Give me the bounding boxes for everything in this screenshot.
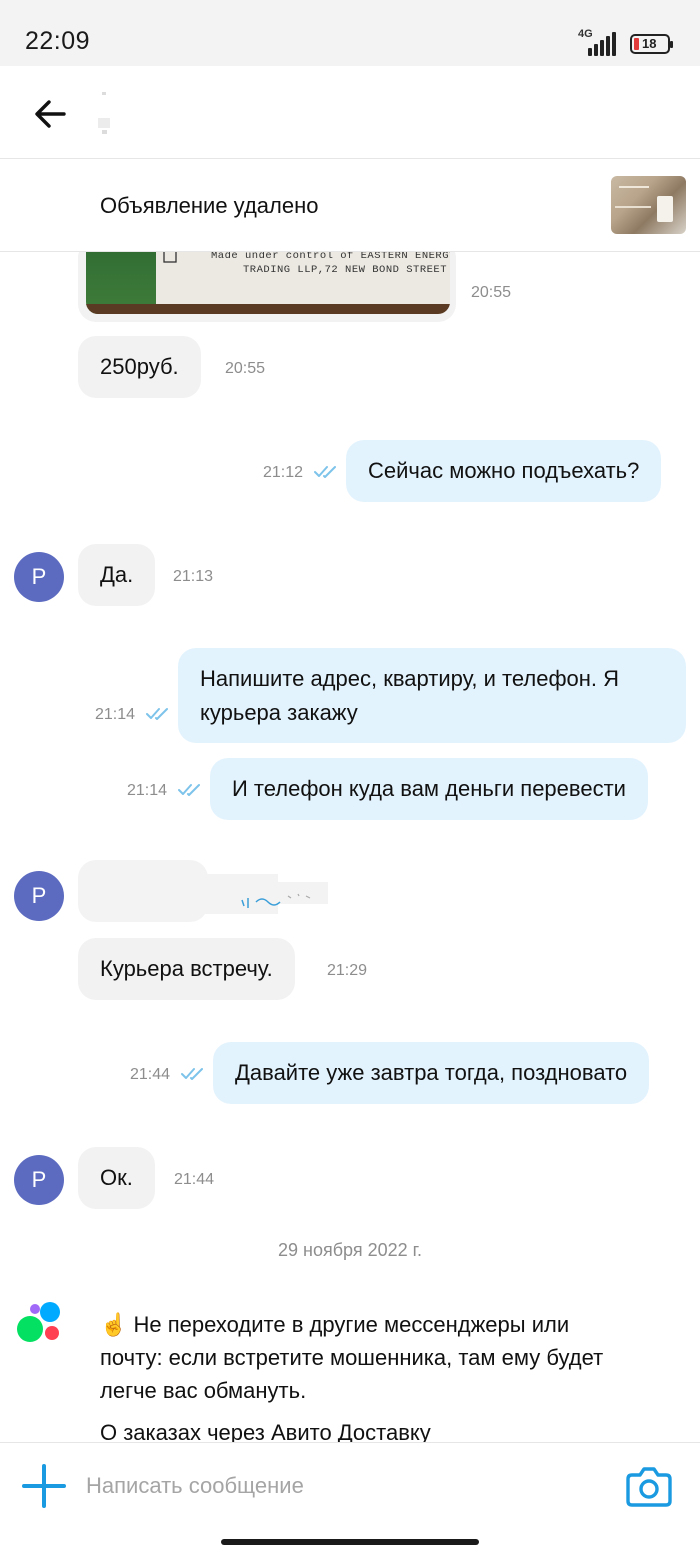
photo-caption-line1: Made under control of EASTERN ENERGY CO — [211, 252, 450, 262]
read-checkmarks-icon — [146, 708, 168, 720]
pointing-up-icon: ☝️ — [100, 1312, 128, 1337]
date-separator: 29 ноября 2022 г. — [278, 1240, 422, 1260]
camera-button[interactable] — [626, 1465, 672, 1507]
photo-caption-line2: TRADING LLP,72 NEW BOND STREET — [243, 264, 448, 276]
outgoing-message[interactable]: И телефон куда вам деньги перевести — [210, 758, 648, 820]
battery-level: 18 — [642, 36, 657, 51]
message-time: 21:13 — [173, 568, 214, 585]
incoming-message[interactable]: Ок. — [78, 1147, 155, 1209]
ad-banner[interactable]: Объявление удалено — [0, 159, 700, 252]
incoming-message[interactable]: 250руб. — [78, 336, 201, 398]
arrow-left-icon — [35, 100, 66, 128]
message-time: 21:29 — [327, 962, 368, 979]
message-photo[interactable]: 5V Made under control of EASTERN ENERGY … — [86, 252, 450, 314]
ad-thumbnail[interactable] — [611, 176, 686, 234]
ad-status-text: Объявление удалено — [100, 193, 319, 218]
camera-icon — [626, 1467, 672, 1507]
system-message: ☝️ Не переходите в другие мессенджеры ил… — [100, 1308, 620, 1442]
system-nav-bar — [0, 1528, 700, 1556]
message-time: 21:44 — [130, 1066, 171, 1083]
avito-logo-icon — [16, 1302, 64, 1344]
system-delivery-text: О заказах через Авито Доставку — [100, 1420, 431, 1442]
message-time: 21:14 — [95, 706, 136, 723]
contact-avatar[interactable]: Р — [14, 1155, 64, 1205]
contact-avatar[interactable]: Р — [14, 552, 64, 602]
status-time: 22:09 — [25, 27, 91, 55]
outgoing-message[interactable]: Напишите адрес, квартиру, и телефон. Я к… — [178, 648, 686, 743]
message-time: 21:14 — [127, 782, 168, 799]
outgoing-message[interactable]: Давайте уже завтра тогда, поздновато — [213, 1042, 650, 1104]
message-time: 20:55 — [225, 360, 266, 377]
incoming-message[interactable]: Курьера встречу. — [78, 938, 295, 1000]
message-time: 21:44 — [174, 1171, 215, 1188]
redacted-message[interactable] — [78, 860, 334, 924]
chat-header — [0, 66, 700, 159]
home-indicator[interactable] — [221, 1539, 479, 1545]
status-icons: 4G 18 — [574, 28, 673, 56]
battery-icon: 18 — [630, 34, 673, 54]
contact-avatar[interactable]: Р — [14, 871, 64, 921]
image-message[interactable]: 5V Made under control of EASTERN ENERGY … — [78, 252, 456, 322]
status-bar: 22:09 4G 18 — [0, 0, 700, 66]
read-checkmarks-icon — [314, 466, 336, 478]
signal-icon: 4G — [574, 28, 622, 56]
incoming-message[interactable]: Да. — [78, 544, 156, 606]
message-time: 21:12 — [263, 464, 304, 481]
plus-icon — [22, 1464, 66, 1508]
message-time: 20:55 — [471, 284, 512, 301]
message-composer — [0, 1442, 700, 1528]
attach-button[interactable] — [22, 1464, 66, 1508]
outgoing-message[interactable]: Сейчас можно подъехать? — [346, 440, 662, 502]
message-input[interactable] — [86, 1465, 596, 1507]
back-button[interactable] — [30, 94, 70, 134]
system-warning-text: Не переходите в другие мессенджеры или п… — [100, 1312, 604, 1403]
read-checkmarks-icon — [178, 784, 200, 796]
read-checkmarks-icon — [181, 1068, 203, 1080]
chat-messages[interactable]: 5V Made under control of EASTERN ENERGY … — [0, 252, 700, 1442]
contact-name-redacted — [96, 88, 116, 136]
